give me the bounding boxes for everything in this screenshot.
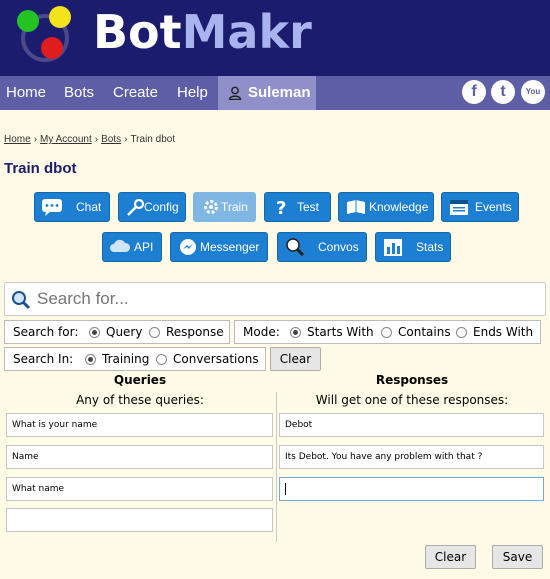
mode-ends-with-radio[interactable]: [456, 327, 467, 338]
mode-contains-radio[interactable]: [381, 327, 392, 338]
breadcrumb-separator: ›: [124, 134, 128, 145]
cloud-icon: [110, 239, 131, 252]
response-field[interactable]: Its Debot. You have any problem with tha…: [279, 445, 544, 469]
query-field[interactable]: [6, 508, 273, 532]
search-box[interactable]: [4, 282, 546, 316]
events-label: Events: [475, 200, 512, 214]
brand-part-makr: Makr: [181, 5, 312, 59]
nav-create[interactable]: Create: [113, 76, 158, 110]
breadcrumb-current: Train dbot: [130, 134, 176, 145]
responses-subheading: Will get one of these responses:: [315, 393, 509, 407]
clear-search-button[interactable]: Clear: [270, 347, 321, 371]
search-icon: [286, 238, 305, 257]
chat-label: Chat: [76, 200, 102, 214]
response-field[interactable]: [279, 477, 544, 501]
clear-button[interactable]: Clear: [425, 545, 476, 569]
search-in-training-label[interactable]: Training: [102, 348, 149, 370]
search-for-group: Search for: Query Response: [4, 320, 230, 344]
query-field[interactable]: What name: [6, 477, 273, 501]
logo-icon[interactable]: [12, 4, 78, 64]
messenger-button[interactable]: Messenger: [170, 232, 268, 262]
search-icon: [12, 291, 31, 310]
train-button[interactable]: Train: [193, 192, 256, 222]
test-button[interactable]: ? Test: [264, 192, 331, 222]
question-icon: ?: [276, 198, 286, 217]
svg-text:?: ?: [276, 198, 286, 217]
chat-icon: [42, 199, 62, 216]
search-for-response-radio[interactable]: [149, 327, 160, 338]
breadcrumb-account[interactable]: My Account: [40, 134, 92, 145]
query-field[interactable]: What is your name: [6, 413, 273, 437]
knowledge-button[interactable]: Knowledge: [338, 192, 434, 222]
mode-group: Mode: Starts With Contains Ends With: [234, 320, 541, 344]
search-for-query-radio[interactable]: [89, 327, 100, 338]
breadcrumb-separator: ›: [94, 134, 99, 145]
twitter-icon[interactable]: t: [491, 80, 515, 104]
stats-label: Stats: [416, 240, 444, 254]
responses-heading: Responses: [375, 373, 449, 387]
messenger-label: Messenger: [200, 240, 260, 254]
convos-label: Convos: [318, 240, 359, 254]
facebook-icon[interactable]: f: [462, 80, 486, 104]
brand-part-bot: Bot: [93, 5, 182, 59]
search-in-group: Search In: Training Conversations: [4, 347, 266, 371]
gear-icon: [204, 200, 218, 214]
train-label: Train: [221, 200, 248, 214]
knowledge-label: Knowledge: [369, 200, 429, 214]
api-label: API: [134, 240, 154, 254]
search-in-training-radio[interactable]: [85, 354, 96, 365]
search-for-response-label[interactable]: Response: [166, 321, 224, 343]
page-title: Train dbot: [4, 160, 77, 177]
bar-chart-icon: [384, 239, 402, 256]
query-field[interactable]: Name: [6, 445, 273, 469]
mode-label: Mode:: [243, 325, 280, 339]
breadcrumb-separator: ›: [33, 134, 38, 145]
search-for-query-label[interactable]: Query: [106, 321, 142, 343]
text-caret: [285, 483, 286, 495]
mode-contains-label[interactable]: Contains: [398, 321, 451, 343]
search-input[interactable]: [37, 287, 537, 311]
book-icon: [347, 200, 365, 214]
config-label: Config: [144, 200, 179, 214]
search-in-conversations-radio[interactable]: [156, 354, 167, 365]
brand-logo[interactable]: BotMakr: [93, 4, 312, 60]
calendar-icon: [450, 200, 468, 215]
nav-home[interactable]: Home: [6, 76, 46, 110]
nav-user-menu[interactable]: Suleman: [218, 76, 316, 110]
events-button[interactable]: Events: [441, 192, 519, 222]
queries-heading: Queries: [113, 373, 167, 387]
config-button[interactable]: Config: [118, 192, 186, 222]
api-button[interactable]: API: [102, 232, 162, 262]
test-label: Test: [297, 200, 320, 214]
search-for-label: Search for:: [13, 325, 79, 339]
main-nav: Home Bots Create Help Suleman f t You: [0, 76, 550, 110]
mode-starts-with-radio[interactable]: [290, 327, 301, 338]
queries-subheading: Any of these queries:: [76, 393, 204, 407]
messenger-icon: [180, 239, 196, 255]
convos-button[interactable]: Convos: [277, 232, 367, 262]
column-divider: [276, 392, 277, 542]
mode-starts-with-label[interactable]: Starts With: [307, 321, 374, 343]
site-header: BotMakr: [0, 0, 550, 76]
nav-user-name: Suleman: [248, 84, 311, 101]
breadcrumb-bots[interactable]: Bots: [101, 134, 121, 145]
chat-button[interactable]: Chat: [34, 192, 110, 222]
search-in-conversations-label[interactable]: Conversations: [173, 348, 259, 370]
nav-bots[interactable]: Bots: [64, 76, 94, 110]
response-field[interactable]: Debot: [279, 413, 544, 437]
nav-help[interactable]: Help: [177, 76, 208, 110]
user-icon: [228, 86, 242, 100]
breadcrumb-home[interactable]: Home: [4, 134, 31, 145]
breadcrumb: Home › My Account › Bots › Train dbot: [4, 134, 175, 145]
save-button[interactable]: Save: [492, 545, 543, 569]
mode-ends-with-label[interactable]: Ends With: [473, 321, 533, 343]
youtube-icon[interactable]: You: [521, 80, 545, 104]
search-in-label: Search In:: [13, 352, 74, 366]
stats-button[interactable]: Stats: [375, 232, 451, 262]
